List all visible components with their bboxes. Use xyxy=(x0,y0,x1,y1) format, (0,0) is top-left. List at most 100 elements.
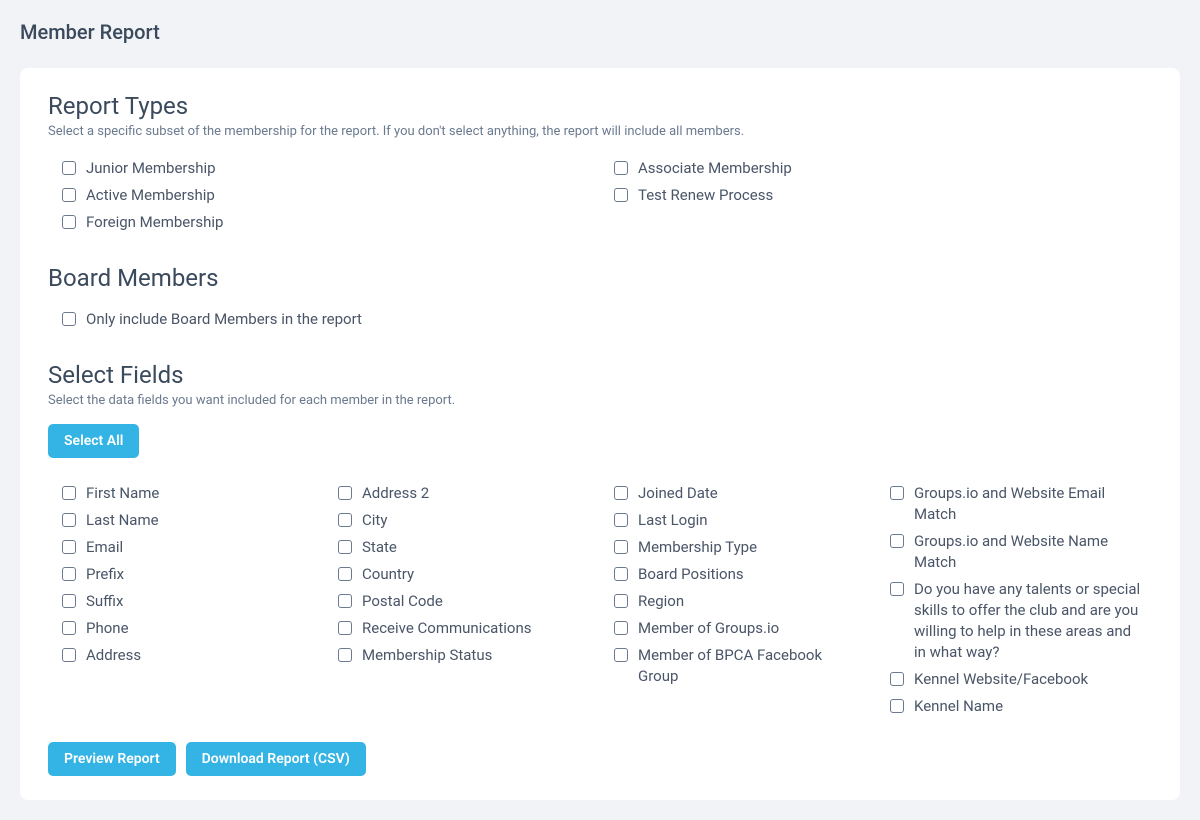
checkbox-label: Test Renew Process xyxy=(638,185,773,206)
select-fields-desc: Select the data fields you want included… xyxy=(48,393,1152,408)
board-members-section: Board Members Only include Board Members… xyxy=(48,264,1152,333)
select-fields-title: Select Fields xyxy=(48,361,1152,389)
checkbox-icon[interactable] xyxy=(338,594,352,608)
checkbox-address[interactable]: Address xyxy=(62,642,314,669)
checkbox-icon[interactable] xyxy=(614,188,628,202)
checkbox-receive-communications[interactable]: Receive Communications xyxy=(338,615,590,642)
checkbox-icon[interactable] xyxy=(338,621,352,635)
checkbox-icon[interactable] xyxy=(614,567,628,581)
checkbox-junior-membership[interactable]: Junior Membership xyxy=(62,155,600,182)
checkbox-icon[interactable] xyxy=(62,486,76,500)
checkbox-last-login[interactable]: Last Login xyxy=(614,507,866,534)
checkbox-prefix[interactable]: Prefix xyxy=(62,561,314,588)
checkbox-icon[interactable] xyxy=(614,513,628,527)
checkbox-icon[interactable] xyxy=(62,621,76,635)
checkbox-icon[interactable] xyxy=(614,621,628,635)
checkbox-label: Address xyxy=(86,645,141,666)
checkbox-joined-date[interactable]: Joined Date xyxy=(614,480,866,507)
checkbox-label: Member of BPCA Facebook Group xyxy=(638,645,866,687)
checkbox-phone[interactable]: Phone xyxy=(62,615,314,642)
checkbox-label: Member of Groups.io xyxy=(638,618,779,639)
checkbox-icon[interactable] xyxy=(614,648,628,662)
checkbox-icon[interactable] xyxy=(890,486,904,500)
checkbox-membership-status[interactable]: Membership Status xyxy=(338,642,590,669)
checkbox-suffix[interactable]: Suffix xyxy=(62,588,314,615)
action-button-row: Preview Report Download Report (CSV) xyxy=(48,742,1152,776)
checkbox-member-of-groupsio[interactable]: Member of Groups.io xyxy=(614,615,866,642)
fields-col-2: Address 2 City State Country Postal Code… xyxy=(324,480,600,720)
checkbox-last-name[interactable]: Last Name xyxy=(62,507,314,534)
report-types-desc: Select a specific subset of the membersh… xyxy=(48,124,1152,139)
checkbox-label: Associate Membership xyxy=(638,158,792,179)
checkbox-label: City xyxy=(362,510,387,531)
checkbox-address-2[interactable]: Address 2 xyxy=(338,480,590,507)
checkbox-active-membership[interactable]: Active Membership xyxy=(62,182,600,209)
select-fields-section: Select Fields Select the data fields you… xyxy=(48,361,1152,776)
checkbox-icon[interactable] xyxy=(614,486,628,500)
checkbox-groupsio-website-email-match[interactable]: Groups.io and Website Email Match xyxy=(890,480,1142,528)
checkbox-icon[interactable] xyxy=(62,648,76,662)
checkbox-label: Receive Communications xyxy=(362,618,531,639)
checkbox-icon[interactable] xyxy=(62,188,76,202)
checkbox-icon[interactable] xyxy=(890,699,904,713)
checkbox-member-of-bpca-facebook-group[interactable]: Member of BPCA Facebook Group xyxy=(614,642,866,690)
checkbox-region[interactable]: Region xyxy=(614,588,866,615)
checkbox-icon[interactable] xyxy=(338,648,352,662)
checkbox-talents-skills-question[interactable]: Do you have any talents or special skill… xyxy=(890,576,1142,666)
checkbox-icon[interactable] xyxy=(338,486,352,500)
checkbox-icon[interactable] xyxy=(614,540,628,554)
checkbox-board-positions[interactable]: Board Positions xyxy=(614,561,866,588)
checkbox-test-renew-process[interactable]: Test Renew Process xyxy=(614,182,1152,209)
checkbox-label: Postal Code xyxy=(362,591,443,612)
checkbox-first-name[interactable]: First Name xyxy=(62,480,314,507)
checkbox-icon[interactable] xyxy=(62,594,76,608)
checkbox-label: Last Login xyxy=(638,510,708,531)
checkbox-kennel-website-facebook[interactable]: Kennel Website/Facebook xyxy=(890,666,1142,693)
board-members-title: Board Members xyxy=(48,264,1152,292)
checkbox-city[interactable]: City xyxy=(338,507,590,534)
checkbox-only-board-members[interactable]: Only include Board Members in the report xyxy=(62,306,1152,333)
checkbox-label: Suffix xyxy=(86,591,123,612)
checkbox-label: State xyxy=(362,537,397,558)
checkbox-label: Groups.io and Website Name Match xyxy=(914,531,1142,573)
select-all-button[interactable]: Select All xyxy=(48,424,139,458)
checkbox-icon[interactable] xyxy=(62,161,76,175)
checkbox-label: Active Membership xyxy=(86,185,215,206)
checkbox-icon[interactable] xyxy=(62,567,76,581)
fields-col-3: Joined Date Last Login Membership Type B… xyxy=(600,480,876,720)
checkbox-label: Groups.io and Website Email Match xyxy=(914,483,1142,525)
checkbox-icon[interactable] xyxy=(62,540,76,554)
checkbox-label: Junior Membership xyxy=(86,158,216,179)
checkbox-foreign-membership[interactable]: Foreign Membership xyxy=(62,209,600,236)
checkbox-icon[interactable] xyxy=(614,161,628,175)
checkbox-postal-code[interactable]: Postal Code xyxy=(338,588,590,615)
checkbox-label: Joined Date xyxy=(638,483,718,504)
checkbox-icon[interactable] xyxy=(890,672,904,686)
preview-report-button[interactable]: Preview Report xyxy=(48,742,176,776)
checkbox-icon[interactable] xyxy=(890,582,904,596)
download-report-csv-button[interactable]: Download Report (CSV) xyxy=(186,742,366,776)
checkbox-label: Region xyxy=(638,591,684,612)
checkbox-label: First Name xyxy=(86,483,159,504)
checkbox-icon[interactable] xyxy=(62,312,76,326)
checkbox-label: Foreign Membership xyxy=(86,212,223,233)
checkbox-icon[interactable] xyxy=(338,513,352,527)
checkbox-label: Address 2 xyxy=(362,483,429,504)
checkbox-icon[interactable] xyxy=(62,513,76,527)
checkbox-icon[interactable] xyxy=(338,567,352,581)
checkbox-icon[interactable] xyxy=(62,215,76,229)
page-title: Member Report xyxy=(20,20,1180,44)
checkbox-country[interactable]: Country xyxy=(338,561,590,588)
checkbox-label: Membership Type xyxy=(638,537,757,558)
checkbox-state[interactable]: State xyxy=(338,534,590,561)
checkbox-membership-type[interactable]: Membership Type xyxy=(614,534,866,561)
checkbox-label: Kennel Website/Facebook xyxy=(914,669,1088,690)
checkbox-groupsio-website-name-match[interactable]: Groups.io and Website Name Match xyxy=(890,528,1142,576)
checkbox-icon[interactable] xyxy=(890,534,904,548)
checkbox-email[interactable]: Email xyxy=(62,534,314,561)
checkbox-associate-membership[interactable]: Associate Membership xyxy=(614,155,1152,182)
checkbox-label: Prefix xyxy=(86,564,124,585)
report-types-title: Report Types xyxy=(48,92,1152,120)
checkbox-icon[interactable] xyxy=(338,540,352,554)
checkbox-icon[interactable] xyxy=(614,594,628,608)
